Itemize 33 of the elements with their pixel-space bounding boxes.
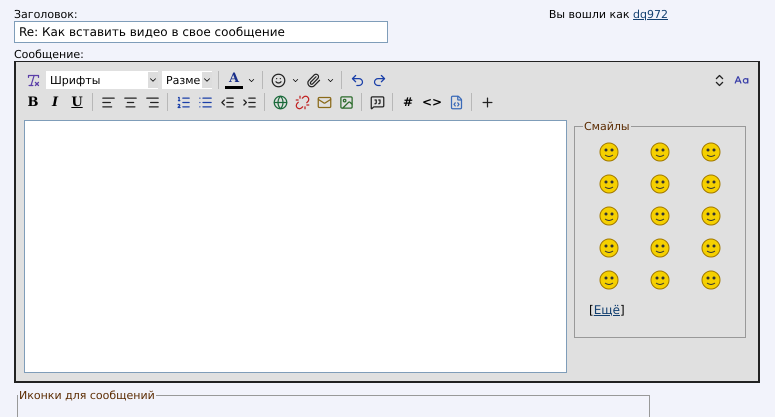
bracket-text: ] [620, 303, 625, 317]
smiley-icon[interactable] [700, 173, 722, 195]
smiley-icon[interactable] [598, 173, 620, 195]
font-color-button[interactable]: A [225, 71, 243, 89]
login-text: Вы вошли как dq972 [548, 8, 668, 23]
smiley-icon[interactable] [700, 205, 722, 227]
smiley-icon[interactable] [598, 237, 620, 259]
smiley-icon[interactable] [648, 205, 671, 227]
post-icons-legend: Иконки для сообщений [18, 389, 156, 402]
size-select[interactable]: Разме [162, 71, 212, 89]
smiley-icon[interactable] [648, 269, 671, 291]
smiley-icon[interactable] [700, 269, 722, 291]
more-smilies-link[interactable]: Ещё [594, 303, 620, 317]
format-button[interactable]: I [46, 92, 64, 112]
code-button[interactable]: <> [421, 92, 444, 112]
format-button[interactable]: U [68, 92, 86, 112]
smiley-icon[interactable] [648, 237, 671, 259]
smiley-icon[interactable] [598, 205, 620, 227]
smiley-icon[interactable] [700, 237, 722, 259]
smilies-legend: Смайлы [583, 120, 631, 133]
smiley-icon[interactable] [598, 141, 620, 163]
smiley-icon[interactable] [648, 141, 671, 163]
smiley-icon[interactable] [648, 173, 671, 195]
code-button[interactable]: # [399, 92, 417, 112]
format-button[interactable]: B [24, 92, 42, 112]
message-label: Сообщение: [14, 48, 85, 61]
subject-label: Заголовок: [14, 8, 79, 21]
bracket-text: [ [589, 303, 594, 317]
username-link[interactable]: dq972 [633, 8, 668, 21]
smiley-icon[interactable] [598, 269, 620, 291]
subject-field[interactable]: Re: Как вставить видео в свое сообщение [14, 21, 388, 43]
font-select[interactable]: Шрифты [46, 71, 158, 89]
smiley-icon[interactable] [700, 141, 722, 163]
